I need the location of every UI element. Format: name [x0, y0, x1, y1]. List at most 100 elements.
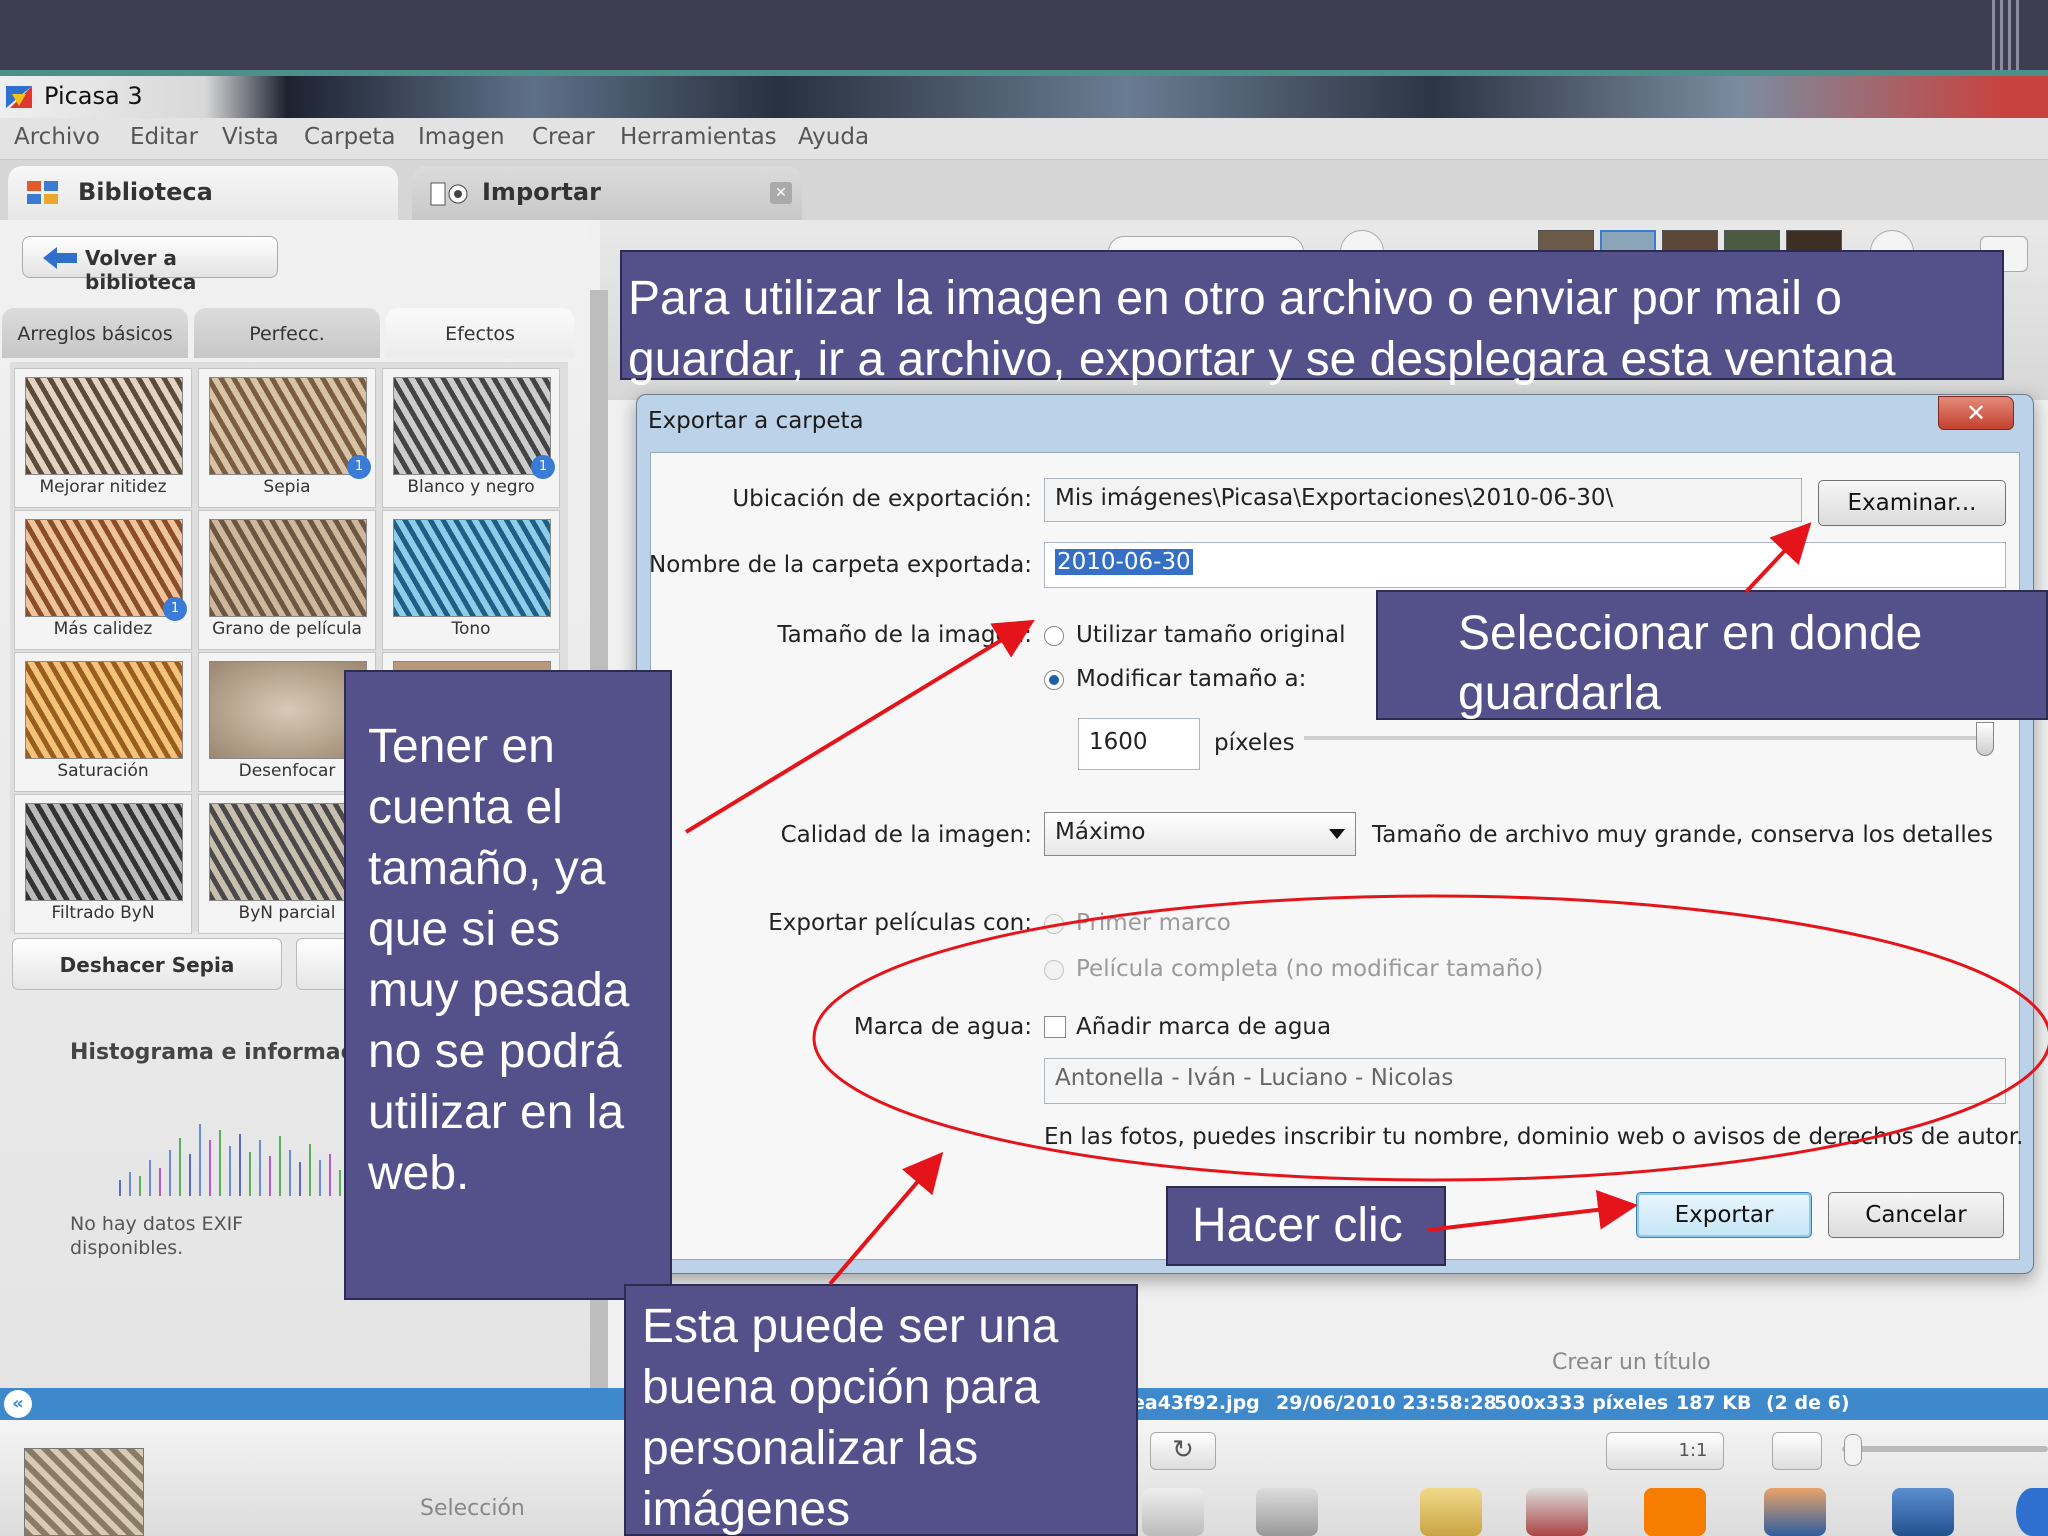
- people-icon[interactable]: [1772, 1432, 1822, 1470]
- size-pixels-input[interactable]: 1600: [1078, 718, 1200, 770]
- view-toggle-group[interactable]: 1:1: [1606, 1432, 1724, 1470]
- tab-arreglos-basicos[interactable]: Arreglos básicos: [2, 308, 188, 358]
- upload-icon[interactable]: [2016, 1488, 2048, 1536]
- callout-line: muy pesada: [368, 964, 630, 1017]
- zoom-slider[interactable]: [1842, 1446, 2048, 1452]
- effect-label: Sepia: [263, 477, 311, 497]
- size-modify-label: Modificar tamaño a:: [1076, 666, 1307, 692]
- status-datetime: 29/06/2010 23:58:28: [1276, 1392, 1497, 1414]
- effect-grano-de-pelicula[interactable]: Grano de película: [198, 510, 376, 650]
- dialog-close-icon[interactable]: ✕: [1938, 396, 2014, 430]
- applied-badge: 1: [163, 597, 187, 621]
- menu-carpeta[interactable]: Carpeta: [304, 124, 395, 150]
- tab-perfecc[interactable]: Perfecc.: [194, 308, 380, 358]
- menu-imagen[interactable]: Imagen: [418, 124, 505, 150]
- selection-label: Selección: [420, 1496, 525, 1521]
- movies-first-frame-radio[interactable]: [1044, 914, 1064, 934]
- menu-editar[interactable]: Editar: [130, 124, 198, 150]
- movie-icon[interactable]: [1892, 1488, 1954, 1536]
- watermark-text-input[interactable]: Antonella - Iván - Luciano - Nicolas: [1044, 1058, 2006, 1104]
- collage-icon[interactable]: [1764, 1488, 1826, 1536]
- effect-thumbnail: [393, 377, 551, 475]
- status-position: (2 de 6): [1766, 1392, 1850, 1414]
- effect-thumbnail: [25, 377, 183, 475]
- callout-watermark: Esta puede ser una buena opción para per…: [624, 1284, 1138, 1536]
- effect-label: Más calidez: [53, 619, 153, 639]
- quality-select[interactable]: Máximo: [1044, 812, 1356, 856]
- status-dimensions: 500x333 píxeles: [1494, 1392, 1669, 1414]
- size-slider-track[interactable]: [1304, 736, 1994, 740]
- effect-thumbnail: [209, 377, 367, 475]
- effect-thumbnail: [25, 661, 183, 759]
- tray-thumbnail[interactable]: [24, 1448, 144, 1536]
- quality-label: Calidad de la imagen:: [780, 822, 1032, 848]
- collapse-icon[interactable]: «: [4, 1390, 32, 1418]
- email-icon[interactable]: [1142, 1488, 1204, 1536]
- effect-thumbnail: [393, 519, 551, 617]
- tab-efectos[interactable]: Efectos: [386, 308, 574, 358]
- applied-badge: 1: [347, 455, 371, 479]
- histogram-title: Histograma e información: [70, 1040, 350, 1065]
- size-slider-handle[interactable]: [1976, 722, 1994, 756]
- callout-click: Hacer clic: [1166, 1186, 1446, 1266]
- effect-blanco-y-negro[interactable]: 1 Blanco y negro: [382, 368, 560, 508]
- tab-close-icon[interactable]: ✕: [770, 182, 792, 204]
- print-icon[interactable]: [1256, 1488, 1318, 1536]
- effect-thumbnail: [209, 519, 367, 617]
- rotate-icon[interactable]: ↻: [1150, 1432, 1216, 1470]
- tab-importar[interactable]: Importar ✕: [412, 166, 802, 220]
- status-filename: ea43f92.jpg: [1132, 1392, 1260, 1414]
- tab-biblioteca[interactable]: Biblioteca: [8, 166, 398, 220]
- menu-ayuda[interactable]: Ayuda: [798, 124, 869, 150]
- watermark-checkbox-label: Añadir marca de agua: [1076, 1014, 1332, 1040]
- undo-sepia-button[interactable]: Deshacer Sepia: [12, 938, 282, 990]
- watermark-checkbox[interactable]: [1044, 1016, 1066, 1038]
- callout-line: no se podrá: [368, 1025, 622, 1078]
- folder-name-input[interactable]: 2010-06-30: [1044, 542, 2006, 588]
- effect-sepia[interactable]: 1 Sepia: [198, 368, 376, 508]
- callout-line: web.: [368, 1147, 470, 1200]
- tab-importar-label: Importar: [482, 178, 601, 206]
- back-arrow-icon: [43, 247, 77, 269]
- effect-saturacion[interactable]: Saturación: [14, 652, 192, 792]
- callout-line: cuenta el: [368, 781, 563, 834]
- create-title-link[interactable]: Crear un título: [1552, 1350, 1711, 1375]
- zoom-slider-handle[interactable]: [1844, 1434, 1862, 1466]
- folder-export-icon[interactable]: [1420, 1488, 1482, 1536]
- menu-crear[interactable]: Crear: [532, 124, 595, 150]
- chevron-down-icon: [1329, 829, 1345, 839]
- cancel-button[interactable]: Cancelar: [1828, 1192, 2004, 1238]
- effect-label: Tono: [451, 619, 491, 639]
- exif-info: No hay datos EXIF disponibles.: [70, 1213, 244, 1259]
- menu-archivo[interactable]: Archivo: [14, 124, 100, 150]
- effect-mejorar-nitidez[interactable]: Mejorar nitidez: [14, 368, 192, 508]
- histogram-chart: [119, 1124, 341, 1196]
- menu-herramientas[interactable]: Herramientas: [620, 124, 777, 150]
- blogger-icon[interactable]: [1644, 1488, 1706, 1536]
- export-button[interactable]: Exportar: [1636, 1192, 1812, 1238]
- size-modify-radio[interactable]: [1044, 670, 1064, 690]
- effect-label: Grano de película: [212, 619, 362, 639]
- callout-line: tamaño, ya: [368, 842, 606, 895]
- callout-line: Tener en: [368, 720, 555, 773]
- quality-hint: Tamaño de archivo muy grande, conserva l…: [1372, 822, 1993, 848]
- slide-deco-line: [2016, 0, 2019, 72]
- callout-export-instructions: Para utilizar la imagen en otro archivo …: [620, 250, 2004, 386]
- slide-deco-line: [2000, 0, 2003, 72]
- menu-vista[interactable]: Vista: [222, 124, 279, 150]
- callout-image-size: Tener en cuenta el tamaño, ya que si es …: [344, 670, 672, 1300]
- size-original-radio[interactable]: [1044, 626, 1064, 646]
- effect-tono[interactable]: Tono: [382, 510, 560, 650]
- folder-name-label: Nombre de la carpeta exportada:: [649, 552, 1032, 578]
- browse-button[interactable]: Examinar...: [1818, 480, 2006, 526]
- back-to-library-label: Volver a biblioteca: [85, 246, 197, 294]
- effect-thumbnail: [25, 803, 183, 901]
- back-to-library-button[interactable]: Volver a biblioteca: [22, 236, 278, 294]
- effect-filtrado-byn[interactable]: Filtrado ByN: [14, 794, 192, 934]
- watermark-hint: En las fotos, puedes inscribir tu nombre…: [1044, 1124, 2024, 1150]
- movies-full-radio[interactable]: [1044, 960, 1064, 980]
- effect-mas-calidez[interactable]: 1 Más calidez: [14, 510, 192, 650]
- window-titlebar: [0, 76, 2048, 118]
- quality-value: Máximo: [1055, 819, 1146, 845]
- shop-icon[interactable]: [1526, 1488, 1588, 1536]
